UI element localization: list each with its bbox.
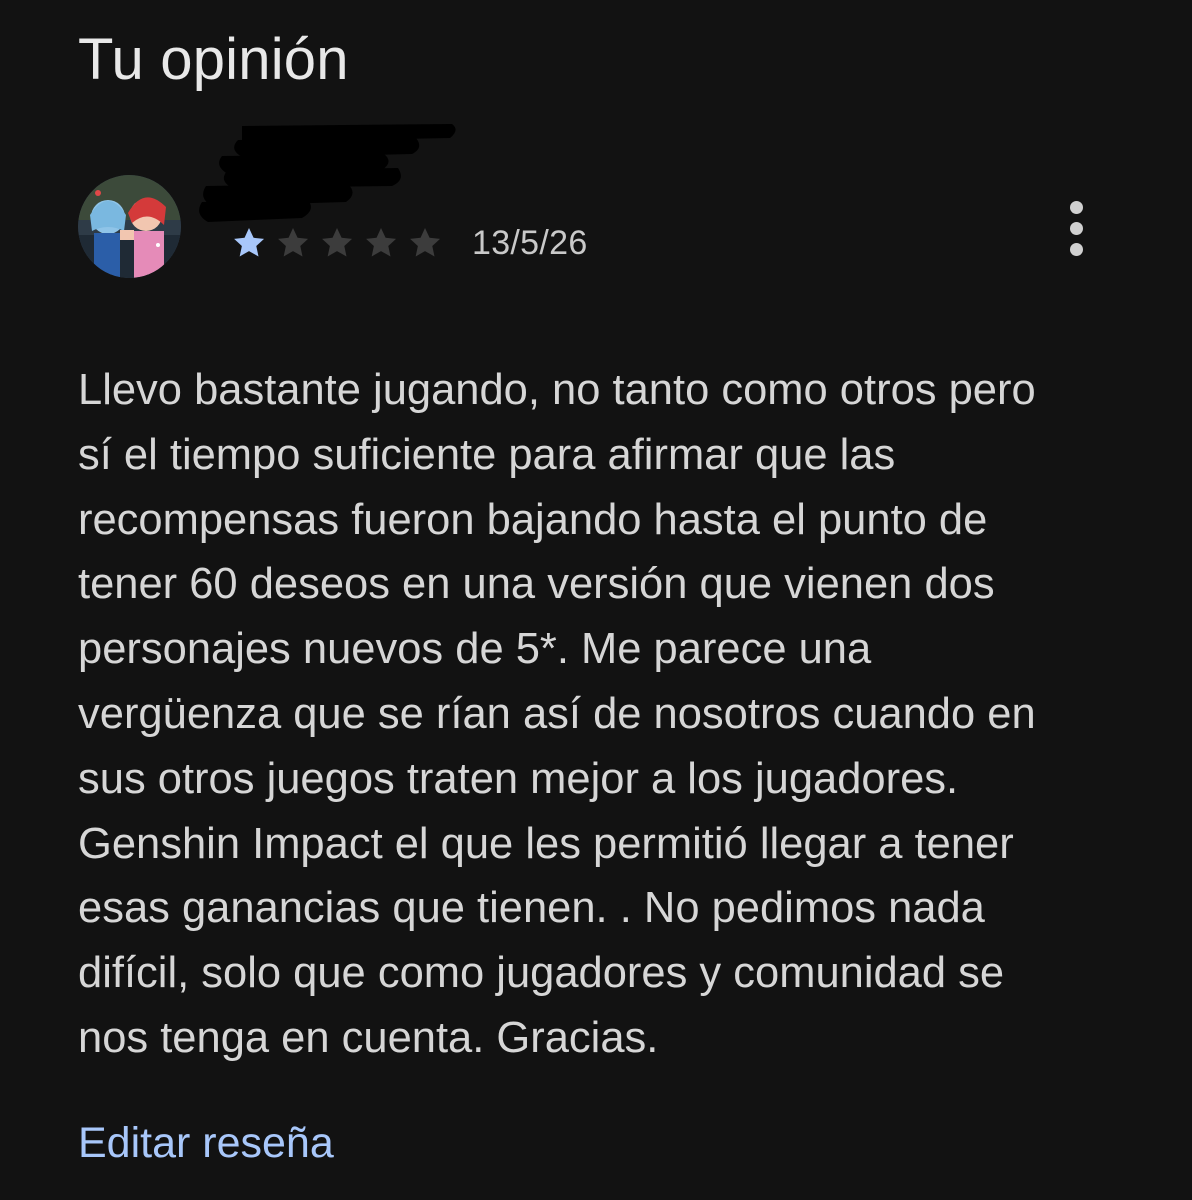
star-empty-icon [322,227,353,257]
star-filled-icon [234,227,265,257]
more-vertical-icon [1069,242,1083,256]
more-options-button[interactable] [1052,196,1100,260]
more-vertical-icon [1069,221,1083,235]
star-empty-icon [278,227,309,257]
more-vertical-icon [1069,200,1083,214]
avatar-image [78,175,181,278]
redacted-username [199,124,456,222]
review-rating-row: 13/5/26 [230,218,588,268]
edit-review-link[interactable]: Editar reseña [78,1115,334,1171]
review-date: 13/5/26 [472,223,588,262]
section-title: Tu opinión [78,27,349,92]
star-empty-icon [366,227,397,257]
star-empty-icon [410,227,441,257]
review-body: Llevo bastante jugando, no tanto como ot… [78,366,1036,1062]
avatar[interactable] [78,175,181,278]
star-rating [230,224,444,262]
